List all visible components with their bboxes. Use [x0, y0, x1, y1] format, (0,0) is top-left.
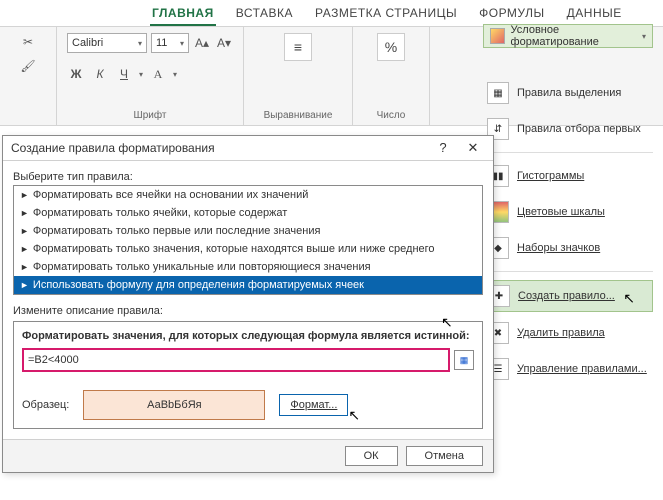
percent-button[interactable]: %: [377, 33, 405, 61]
conditional-formatting-icon: [490, 28, 505, 44]
group-alignment: ≡ Выравнивание: [244, 27, 353, 125]
separator: [483, 152, 653, 153]
conditional-formatting-menu: Условное форматирование ▾ ▦Правила выдел…: [483, 24, 653, 384]
tab-insert[interactable]: ВСТАВКА: [234, 4, 295, 26]
chevron-down-icon: ▾: [642, 32, 646, 41]
group-label: [27, 110, 30, 123]
tab-formulas[interactable]: ФОРМУЛЫ: [477, 4, 547, 26]
group-label-align: Выравнивание: [264, 110, 333, 123]
format-preview: АаВbБбЯя: [83, 390, 265, 420]
cf-item-top-bottom[interactable]: ⇵Правила отбора первых: [483, 114, 653, 144]
group-font: Calibri▾ 11▾ A▴ A▾ Ж К Ч ▾ A ▾ Шрифт: [57, 27, 244, 125]
chevron-down-icon: ▾: [139, 70, 143, 79]
rule-type-option[interactable]: ►Форматировать все ячейки на основании и…: [14, 186, 482, 204]
format-painter-icon[interactable]: 🖌: [19, 57, 37, 75]
cf-item-color-scales[interactable]: Цветовые шкалы: [483, 197, 653, 227]
dialog-title: Создание правила форматирования: [11, 141, 215, 155]
rule-description-box: Форматировать значения, для которых след…: [13, 321, 483, 429]
chevron-down-icon: ▾: [173, 70, 177, 79]
group-number: % Число: [353, 27, 430, 125]
ribbon-tabs: ГЛАВНАЯ ВСТАВКА РАЗМЕТКА СТРАНИЦЫ ФОРМУЛ…: [0, 0, 663, 26]
rule-type-option-selected[interactable]: ►Использовать формулу для определения фо…: [14, 276, 482, 294]
cf-item-new-rule[interactable]: ✚Создать правило...: [483, 280, 653, 312]
cf-item-clear-rules[interactable]: ✖Удалить правила: [483, 318, 653, 348]
tab-home[interactable]: ГЛАВНАЯ: [150, 4, 216, 26]
group-label-number: Число: [377, 110, 406, 123]
bullet-icon: ►: [20, 190, 29, 200]
tab-data[interactable]: ДАННЫЕ: [565, 4, 624, 26]
cursor-icon: ↖: [348, 407, 360, 424]
tab-page-layout[interactable]: РАЗМЕТКА СТРАНИЦЫ: [313, 4, 459, 26]
cf-item-icon-sets[interactable]: ◆Наборы значков: [483, 233, 653, 263]
cancel-button[interactable]: Отмена: [406, 446, 483, 466]
bold-button[interactable]: Ж: [67, 65, 85, 83]
group-clipboard: ✂ 🖌: [0, 27, 57, 125]
font-color-icon[interactable]: A: [149, 65, 167, 83]
new-formatting-rule-dialog: Создание правила форматирования ? ✕ Выбе…: [2, 135, 494, 473]
range-selector-button[interactable]: ▦: [454, 350, 474, 370]
dialog-footer: ОК Отмена: [3, 439, 493, 472]
font-size-select[interactable]: 11▾: [151, 33, 189, 53]
formula-label: Форматировать значения, для которых след…: [22, 330, 474, 342]
rule-type-option[interactable]: ►Форматировать только уникальные или пов…: [14, 258, 482, 276]
help-button[interactable]: ?: [431, 140, 455, 156]
decrease-font-icon[interactable]: A▾: [215, 34, 233, 52]
edit-rule-label: Измените описание правила:: [13, 305, 483, 317]
bullet-icon: ►: [20, 244, 29, 254]
select-rule-type-label: Выберите тип правила:: [13, 171, 483, 183]
cells-icon: ▦: [487, 82, 509, 104]
bullet-icon: ►: [20, 208, 29, 218]
italic-button[interactable]: К: [91, 65, 109, 83]
bullet-icon: ►: [20, 262, 29, 272]
bullet-icon: ►: [20, 280, 29, 290]
conditional-formatting-button[interactable]: Условное форматирование ▾: [483, 24, 653, 48]
alignment-button[interactable]: ≡: [284, 33, 312, 61]
cut-icon[interactable]: ✂: [19, 33, 37, 51]
chevron-down-icon: ▾: [138, 39, 142, 48]
rule-type-option[interactable]: ►Форматировать только первые или последн…: [14, 222, 482, 240]
increase-font-icon[interactable]: A▴: [193, 34, 211, 52]
cf-item-highlight-rules[interactable]: ▦Правила выделения: [483, 78, 653, 108]
format-button[interactable]: Формат...: [279, 394, 348, 416]
group-label-font: Шрифт: [134, 110, 167, 123]
rule-type-option[interactable]: ►Форматировать только ячейки, которые со…: [14, 204, 482, 222]
separator: [483, 271, 653, 272]
cf-header-label: Условное форматирование: [511, 24, 636, 48]
percent-icon: %: [377, 33, 405, 61]
font-name-select[interactable]: Calibri▾: [67, 33, 147, 53]
rule-type-option[interactable]: ►Форматировать только значения, которые …: [14, 240, 482, 258]
cf-item-data-bars[interactable]: ▮▮Гистограммы: [483, 161, 653, 191]
dialog-titlebar: Создание правила форматирования ? ✕: [3, 136, 493, 161]
cf-item-manage-rules[interactable]: ☰Управление правилами...: [483, 354, 653, 384]
align-icon: ≡: [284, 33, 312, 61]
rule-type-list[interactable]: ►Форматировать все ячейки на основании и…: [13, 185, 483, 295]
preview-label: Образец:: [22, 399, 69, 411]
underline-button[interactable]: Ч: [115, 65, 133, 83]
bullet-icon: ►: [20, 226, 29, 236]
ok-button[interactable]: ОК: [345, 446, 398, 466]
chevron-down-icon: ▾: [180, 39, 184, 48]
formula-input[interactable]: =B2<4000: [22, 348, 450, 372]
close-button[interactable]: ✕: [461, 140, 485, 156]
